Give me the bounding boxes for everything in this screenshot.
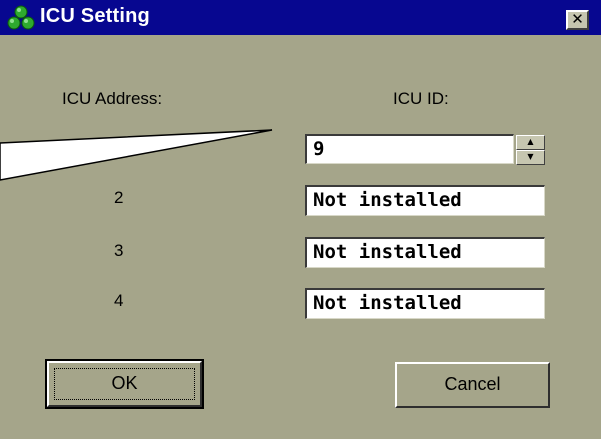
icu-address-3: 3 xyxy=(114,241,124,260)
icu-address-2: 2 xyxy=(114,188,124,207)
close-icon: ✕ xyxy=(571,10,584,28)
icu-id-header: ICU ID: xyxy=(393,89,449,108)
title-bar[interactable]: ICU Setting ✕ xyxy=(0,0,601,35)
callout-pointer xyxy=(0,129,273,181)
cluster-icon xyxy=(7,5,35,30)
cancel-button[interactable]: Cancel xyxy=(395,362,550,408)
focus-ring xyxy=(54,368,195,400)
close-button[interactable]: ✕ xyxy=(566,10,589,30)
icu-id-input-2[interactable]: Not installed xyxy=(305,185,545,216)
icu-id-input-3[interactable]: Not installed xyxy=(305,237,545,268)
chevron-down-icon: ▼ xyxy=(527,152,534,161)
spin-up-button[interactable]: ▲ xyxy=(516,135,545,150)
icu-setting-dialog: ICU Setting ✕ ICU Address: ICU ID: 9 ▲ ▼… xyxy=(0,0,601,439)
cancel-button-label: Cancel xyxy=(444,374,501,394)
icu-address-header: ICU Address: xyxy=(62,89,163,108)
icu-address-4: 4 xyxy=(114,291,124,310)
chevron-up-icon: ▲ xyxy=(527,137,534,146)
icu-id-spinner[interactable]: ▲ ▼ xyxy=(516,135,545,165)
spin-down-button[interactable]: ▼ xyxy=(516,150,545,165)
icu-id-input-4[interactable]: Not installed xyxy=(305,288,545,319)
window-title: ICU Setting xyxy=(40,5,150,27)
icu-id-input-1[interactable]: 9 xyxy=(305,134,514,164)
ok-button[interactable]: OK xyxy=(45,359,204,409)
